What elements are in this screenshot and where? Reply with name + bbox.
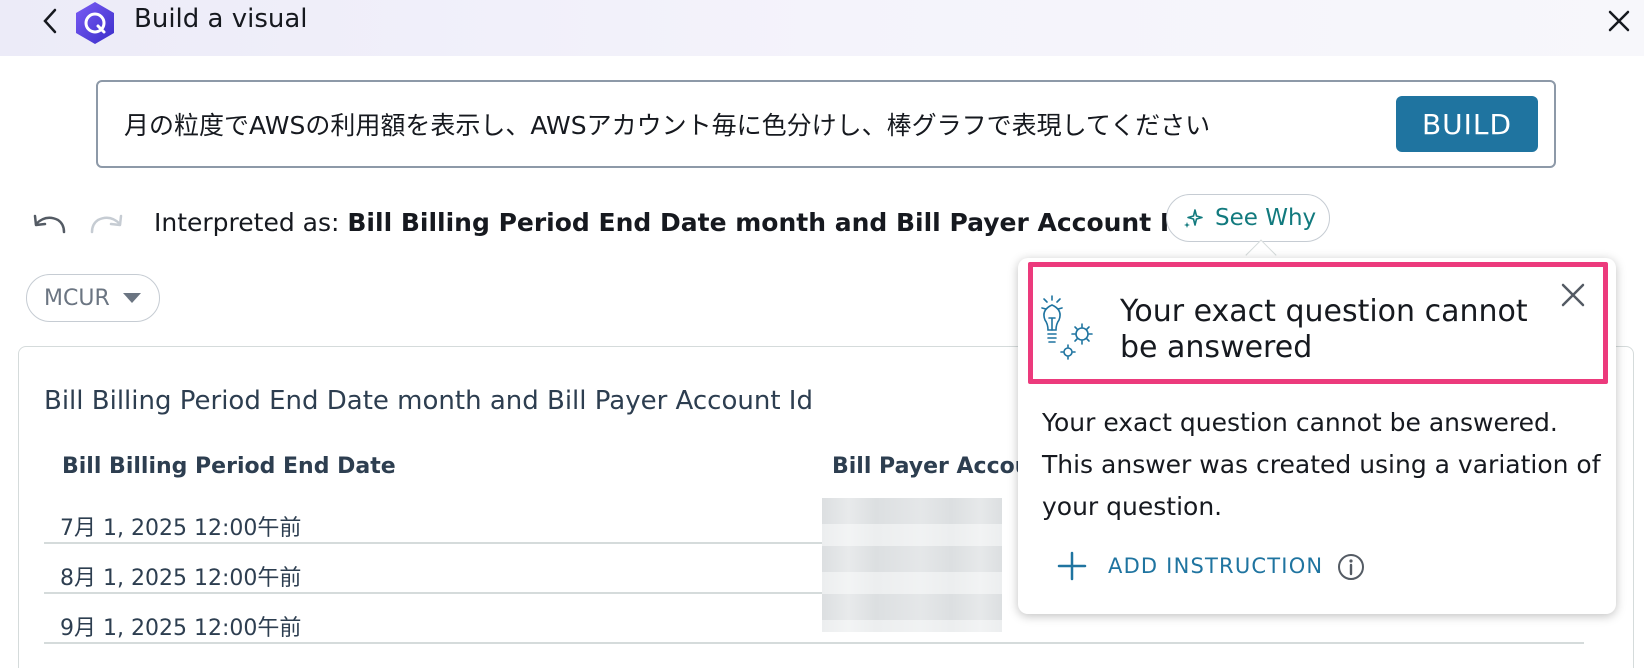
table-cell-date: 8月 1, 2025 12:00午前 — [60, 566, 302, 591]
dataset-selector[interactable]: MCUR — [26, 274, 160, 322]
row-divider — [44, 642, 1584, 644]
table-cell-date: 7月 1, 2025 12:00午前 — [60, 516, 302, 541]
dataset-label: MCUR — [44, 285, 110, 311]
plus-icon — [1057, 551, 1087, 581]
interpretation-text: Interpreted as: Bill Billing Period End … — [154, 208, 1197, 237]
top-bar: Build a visual — [0, 0, 1644, 56]
table-row: 8月 1, 2025 12:00午前 — [44, 548, 816, 598]
page-title: Build a visual — [134, 4, 308, 34]
interpretation-prefix: Interpreted as: — [154, 208, 348, 237]
back-chevron-icon[interactable] — [38, 6, 62, 36]
row-divider — [44, 592, 822, 594]
visual-title: Bill Billing Period End Date month and B… — [44, 386, 813, 416]
close-icon[interactable] — [1604, 6, 1634, 36]
table-row: 9月 1, 2025 12:00午前 — [44, 598, 816, 648]
see-why-label: See Why — [1215, 205, 1317, 231]
column-header-date[interactable]: Bill Billing Period End Date — [62, 454, 396, 479]
popover-close-icon[interactable] — [1558, 280, 1588, 310]
info-icon[interactable] — [1336, 552, 1366, 582]
interpretation-value: Bill Billing Period End Date month and B… — [347, 208, 1197, 237]
query-text[interactable]: 月の粒度でAWSの利用額を表示し、AWSアカウント毎に色分けし、棒グラフで表現し… — [124, 106, 1210, 142]
query-input[interactable]: 月の粒度でAWSの利用額を表示し、AWSアカウント毎に色分けし、棒グラフで表現し… — [96, 80, 1556, 168]
table-row: 7月 1, 2025 12:00午前 — [44, 498, 816, 548]
row-divider — [44, 542, 822, 544]
lightbulb-gear-icon — [1040, 294, 1098, 366]
see-why-button[interactable]: See Why — [1166, 194, 1330, 242]
sparkle-icon — [1184, 209, 1203, 228]
caret-down-icon — [122, 293, 141, 303]
popover-body: Your exact question cannot be answered. … — [1042, 408, 1601, 521]
add-instruction-button[interactable]: ADD INSTRUCTION — [1056, 548, 1323, 584]
redacted-account-ids — [822, 498, 1002, 632]
build-button[interactable]: BUILD — [1396, 96, 1538, 152]
add-instruction-label: ADD INSTRUCTION — [1108, 554, 1324, 578]
table-cell-date: 9月 1, 2025 12:00午前 — [60, 616, 302, 641]
undo-icon[interactable] — [32, 212, 68, 238]
redo-icon[interactable] — [88, 212, 124, 238]
popover-title: Your exact question cannot be answered — [1120, 294, 1528, 365]
quicksight-logo-icon — [72, 0, 118, 46]
